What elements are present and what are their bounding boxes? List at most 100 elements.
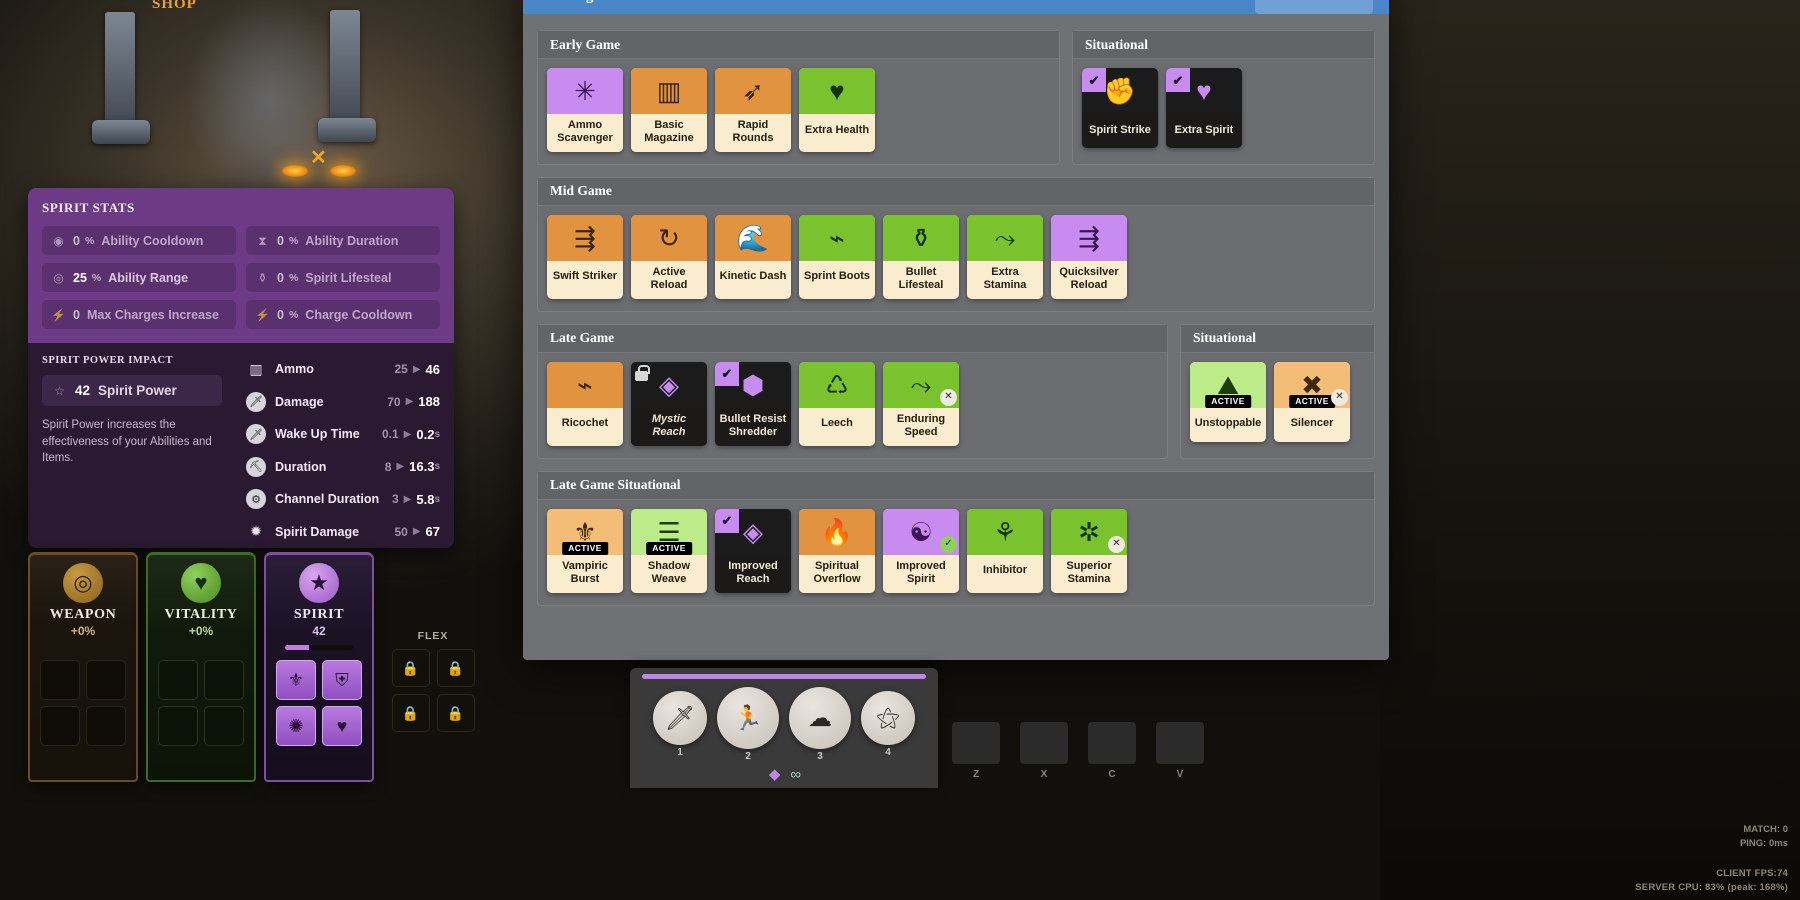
build-item-label: Improved Spirit <box>883 554 959 593</box>
build-item[interactable]: ▥ Basic Magazine <box>631 68 707 152</box>
improved-reach-icon: ◈ ✔ <box>715 508 791 555</box>
hud-footer-icons: ◆ ∞ <box>630 765 938 784</box>
extra-spirit-icon: ♥ ✔ <box>1166 68 1242 114</box>
build-item[interactable]: ↻ Active Reload <box>631 214 707 299</box>
category-item-slot[interactable] <box>158 660 198 700</box>
category-item-slot[interactable] <box>204 660 244 700</box>
build-item[interactable]: ⚘ Inhibitor <box>967 508 1043 593</box>
build-item-label: Swift Striker <box>547 260 623 295</box>
build-item[interactable]: ✲ ✕ Superior Stamina <box>1051 508 1127 593</box>
category-item-slot[interactable] <box>40 660 80 700</box>
build-item[interactable]: ◈ Mystic Reach <box>631 361 707 446</box>
shredder-icon: ⬢ ✔ <box>715 361 791 408</box>
build-item-label: Active Reload <box>631 260 707 299</box>
build-section-title: Situational <box>1073 31 1374 59</box>
spirit-stat-row-suffix: s <box>434 493 440 505</box>
build-item[interactable]: ☰ ACTIVE Shadow Weave <box>631 508 707 593</box>
build-item[interactable]: ⤳ Extra Stamina <box>967 214 1043 299</box>
build-row-late-situational: Late Game Situational ⚜ ACTIVE Vampiric Bur… <box>537 470 1375 606</box>
build-item[interactable]: ⤳ ✕ Enduring Speed <box>883 361 959 446</box>
ability-slot[interactable]: ☁ 3 <box>789 687 851 762</box>
status-x-icon: ✕ <box>1108 535 1125 553</box>
spirit-power-impact-header: SPIRIT POWER IMPACT <box>42 355 174 366</box>
build-guide-window: Gunslinger Haze Build Guide Early Game✳A… <box>523 0 1389 660</box>
category-slots <box>40 660 126 746</box>
character-emblem: ✕ <box>310 147 327 169</box>
weapon-art-right <box>330 10 360 130</box>
category-name: SPIRIT <box>293 607 345 622</box>
match-label: MATCH: 0 <box>1743 824 1788 836</box>
build-item[interactable]: ⛰ ACTIVE Unstoppable <box>1190 361 1266 442</box>
build-item[interactable]: ♺ Leech <box>799 361 875 446</box>
active-reload-icon: ↻ <box>631 214 707 261</box>
build-item-label: Vampiric Burst <box>547 554 623 593</box>
build-item[interactable]: ⌁ Sprint Boots <box>799 214 875 299</box>
flex-slot[interactable]: 🔒 <box>391 649 430 687</box>
build-guide-action-button[interactable] <box>1255 0 1373 14</box>
flex-slot[interactable]: 🔒 <box>436 649 475 687</box>
build-item[interactable]: ✳ Ammo Scavenger <box>547 68 623 152</box>
build-item[interactable]: ⌁ Ricochet <box>547 361 623 446</box>
category-spirit[interactable]: ★ SPIRIT 42 ⚜ ⛨ ✺ ♥ <box>264 552 374 782</box>
build-item[interactable]: ✊ ✔ Spirit Strike <box>1082 68 1158 148</box>
selected-check-icon: ✔ <box>715 361 739 386</box>
build-item[interactable]: ⇶ Quicksilver Reload <box>1051 214 1127 299</box>
build-item[interactable]: ⚜ ACTIVE Vampiric Burst <box>547 508 623 593</box>
build-item[interactable]: ♥ Extra Health <box>799 68 875 152</box>
spirit-stat-value: 0 <box>277 270 284 285</box>
build-section-late-game: Late Game ⌁ Ricochet ◈ Mystic Reach ⬢ ✔ Bullet … <box>537 323 1168 459</box>
category-item-slot[interactable] <box>204 706 244 746</box>
build-item[interactable]: ➶ Rapid Rounds <box>715 68 791 152</box>
magazine-icon: ▥ <box>631 68 707 114</box>
spirit-stat-row-name: Spirit Damage <box>275 524 360 539</box>
category-item-slot[interactable]: ✺ <box>276 706 316 746</box>
spirit-power-chip: ☆ 42 Spirit Power <box>42 375 222 406</box>
category-item-slot[interactable] <box>86 660 126 700</box>
lifesteal-icon: ⚱ <box>257 270 268 285</box>
spirit-stat-value: 0 <box>277 233 284 248</box>
lock-icon <box>634 364 650 381</box>
build-item-label: Rapid Rounds <box>715 114 791 152</box>
build-item[interactable]: ☯ ✓ Improved Spirit <box>883 508 959 593</box>
ability-slot[interactable]: ⚝ 4 <box>861 691 915 758</box>
match-info: MATCH: 0 PING: 0ms <box>1740 823 1788 850</box>
ability-slot[interactable]: 🏃 2 <box>717 687 779 762</box>
category-item-slot[interactable]: ⛨ <box>322 660 362 700</box>
flex-slot[interactable]: 🔒 <box>436 694 475 732</box>
ability-smoke-icon: ☁ <box>808 704 832 732</box>
build-item[interactable]: 🔥 Spiritual Overflow <box>799 508 875 593</box>
hourglass-icon: ⧗ <box>258 233 267 248</box>
build-section-late-game-situational: Late Game Situational ⚜ ACTIVE Vampiric Bur… <box>537 470 1375 606</box>
spirit-stat-label: Spirit Lifesteal <box>305 270 392 285</box>
item-quickslot[interactable]: Z <box>952 722 1000 780</box>
build-section-items: ⇶ Swift Striker ↻ Active Reload 🌊 Kinetic Das… <box>538 206 1374 299</box>
build-item[interactable]: ⬢ ✔ Bullet Resist Shredder <box>715 361 791 446</box>
category-item-slot[interactable] <box>40 706 80 746</box>
flex-slot[interactable]: 🔒 <box>391 694 430 732</box>
item-quickslot[interactable]: C <box>1088 722 1136 780</box>
category-item-slot[interactable] <box>158 706 198 746</box>
spirit-stats-panel: SPIRIT STATS ◉ 0% Ability Cooldown ⧗ 0% Abili… <box>28 188 454 548</box>
build-item[interactable]: 🌊 Kinetic Dash <box>715 214 791 299</box>
ability-slot[interactable]: 🗡 1 <box>653 691 707 758</box>
category-item-slot[interactable]: ⚜ <box>276 660 316 700</box>
spirit-stat-row-name: Ammo <box>275 362 314 377</box>
category-weapon[interactable]: ◎ WEAPON +0% <box>28 552 138 782</box>
build-item[interactable]: ⇶ Swift Striker <box>547 214 623 299</box>
build-item[interactable]: ◈ ✔ Improved Reach <box>715 508 791 593</box>
charge-icon: ⚡ <box>51 307 66 322</box>
item-quickslot[interactable]: V <box>1156 722 1204 780</box>
category-item-slot[interactable] <box>86 706 126 746</box>
category-vitality[interactable]: ♥ VITALITY +0% <box>146 552 256 782</box>
build-item[interactable]: ⚱ Bullet Lifesteal <box>883 214 959 299</box>
build-item-label: Spirit Strike <box>1082 114 1158 148</box>
category-item-slot[interactable]: ♥ <box>322 706 362 746</box>
active-badge: ACTIVE <box>1205 395 1251 408</box>
charge-cooldown-icon: ⚡ <box>255 307 270 322</box>
item-quickslot[interactable]: X <box>1020 722 1068 780</box>
arrow-icon: ▶ <box>405 396 414 408</box>
build-item[interactable]: ♥ ✔ Extra Spirit <box>1166 68 1242 148</box>
build-item-label: Basic Magazine <box>631 114 707 152</box>
build-row-early: Early Game ✳ Ammo Scavenger ▥ Basic Magazine… <box>537 30 1375 165</box>
build-item[interactable]: ✖ ACTIVE ✕ Silencer <box>1274 361 1350 442</box>
